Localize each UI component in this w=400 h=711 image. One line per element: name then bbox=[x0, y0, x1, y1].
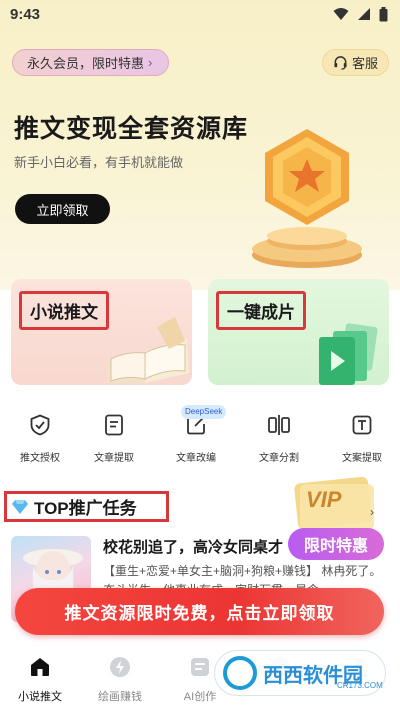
open-book-icon bbox=[107, 317, 189, 383]
vip-offer-pill[interactable]: 永久会员，限时特惠 › bbox=[12, 49, 169, 76]
hero-title: 推文变现全套资源库 bbox=[14, 115, 249, 143]
watermark: 西西软件园 CR173.COM bbox=[214, 650, 386, 696]
watermark-subtext: CR173.COM bbox=[337, 681, 383, 690]
watermark-logo-icon bbox=[223, 656, 257, 690]
text-icon bbox=[352, 415, 372, 435]
novel-card-label: 小说推文 bbox=[19, 291, 109, 330]
tool-article-split-label: 文章分割 bbox=[259, 453, 299, 464]
tool-copy-extract[interactable]: 文案提取 bbox=[322, 405, 400, 464]
tool-authorize-label: 推文授权 bbox=[20, 453, 60, 464]
star-badge-icon bbox=[252, 129, 362, 268]
deepseek-badge: DeepSeek bbox=[181, 405, 227, 419]
tool-article-adapt-label: 文章改编 bbox=[176, 453, 216, 464]
status-bar: 9:43 bbox=[0, 0, 400, 30]
video-stack-icon bbox=[319, 323, 378, 385]
status-icons bbox=[333, 6, 388, 22]
top-tasks-title: TOP推广任务 bbox=[34, 499, 137, 518]
vip-card-text: VIP bbox=[306, 487, 342, 512]
ai-icon bbox=[191, 658, 209, 676]
wifi-icon bbox=[333, 8, 349, 20]
top-tasks-heading: TOP推广任务 bbox=[4, 491, 169, 522]
shield-check-icon bbox=[30, 414, 50, 436]
customer-service-button[interactable]: 客服 bbox=[322, 49, 389, 76]
tab-drawing-label: 绘画赚钱 bbox=[98, 691, 142, 703]
tab-novel[interactable]: 小说推文 bbox=[0, 655, 80, 704]
customer-service-label: 客服 bbox=[351, 56, 378, 71]
free-resources-banner[interactable]: 推文资源限时免费，点击立即领取 bbox=[15, 588, 384, 635]
claim-now-button[interactable]: 立即领取 bbox=[15, 194, 110, 224]
tool-article-extract-label: 文章提取 bbox=[94, 453, 134, 464]
more-tasks-chevron[interactable]: › bbox=[370, 505, 374, 519]
status-time: 9:43 bbox=[10, 6, 41, 23]
novel-promotion-card[interactable]: 小说推文 bbox=[11, 279, 192, 385]
limited-offer-tag[interactable]: 限时特惠 bbox=[288, 528, 384, 560]
vip-offer-label: 永久会员，限时特惠 bbox=[27, 56, 145, 71]
tool-authorize[interactable]: 推文授权 bbox=[0, 405, 80, 464]
article-title: 校花别追了，高冷女同桌才 bbox=[103, 539, 284, 556]
battery-icon bbox=[379, 6, 388, 21]
tool-copy-extract-label: 文案提取 bbox=[342, 453, 382, 464]
chevron-right-icon: › bbox=[148, 55, 153, 70]
document-icon bbox=[105, 414, 123, 436]
diamond-icon bbox=[12, 499, 28, 514]
hero-subtitle: 新手小白必看，有手机就能做 bbox=[14, 155, 184, 170]
home-icon bbox=[31, 658, 49, 676]
signal-icon bbox=[358, 8, 370, 20]
tab-drawing[interactable]: 绘画赚钱 bbox=[80, 655, 160, 704]
bolt-icon bbox=[110, 657, 130, 677]
tab-novel-label: 小说推文 bbox=[18, 691, 62, 703]
split-icon bbox=[268, 415, 290, 435]
headset-icon bbox=[334, 56, 347, 70]
tool-article-split[interactable]: 文章分割 bbox=[239, 405, 319, 464]
video-card-label: 一键成片 bbox=[216, 291, 306, 330]
one-click-video-card[interactable]: 一键成片 bbox=[208, 279, 389, 385]
tool-article-extract[interactable]: 文章提取 bbox=[74, 405, 154, 464]
